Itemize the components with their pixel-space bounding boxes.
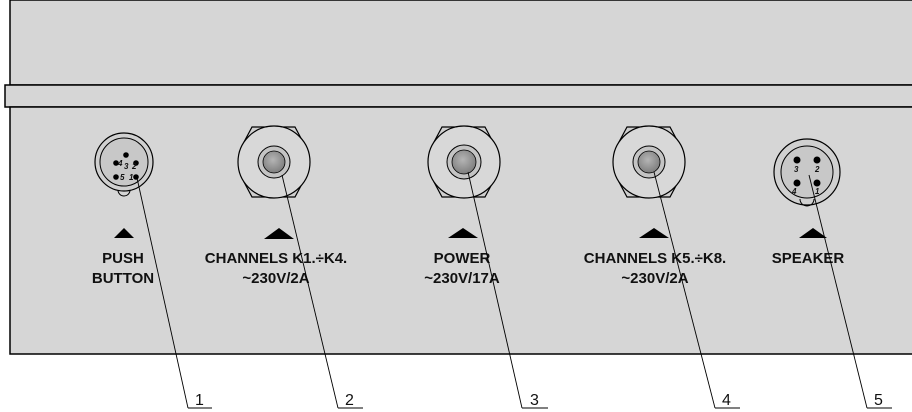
power-rating: ~230V/17A: [424, 270, 500, 287]
channels-k1-k4-label: CHANNELS K1.÷K4.: [205, 250, 347, 267]
enclosure-lid: [9, 0, 912, 86]
channels-k1-k4-rating: ~230V/2A: [242, 270, 309, 287]
channels-k5-k8-label: CHANNELS K5.÷K8.: [584, 250, 726, 267]
pin-label: 2: [814, 165, 820, 174]
pin-label: 3: [794, 165, 799, 174]
pin-label: 4: [117, 159, 123, 168]
push-button-label-line2: BUTTON: [92, 270, 154, 287]
cable-gland-k5-k8: [612, 125, 686, 199]
channels-k5-k8-rating: ~230V/2A: [621, 270, 688, 287]
pin-label: 2: [131, 162, 137, 171]
pin-label: 1: [815, 187, 820, 196]
callout-number-3: 3: [530, 392, 539, 409]
callout-number-4: 4: [722, 392, 731, 409]
speaker-connector: 3 2 4 1: [773, 138, 841, 207]
cable-gland-power: [427, 125, 501, 199]
speaker-label: SPEAKER: [772, 250, 845, 267]
power-label: POWER: [434, 250, 491, 267]
enclosure-seam: [4, 84, 912, 108]
push-button-label-line1: PUSH: [102, 250, 144, 267]
pin-label: 3: [124, 162, 129, 171]
callout-number-1: 1: [195, 392, 204, 409]
cable-gland-k1-k4: [237, 125, 311, 199]
pin-label: 4: [791, 187, 797, 196]
pin-label: 1: [129, 173, 134, 182]
callout-number-5: 5: [874, 392, 883, 409]
pin-label: 5: [120, 173, 125, 182]
callout-number-2: 2: [345, 392, 354, 409]
enclosure-diagram: 4 3 2 5 1 3 2 4 1 PUSH BUTTON CHANNELS K…: [4, 0, 912, 409]
